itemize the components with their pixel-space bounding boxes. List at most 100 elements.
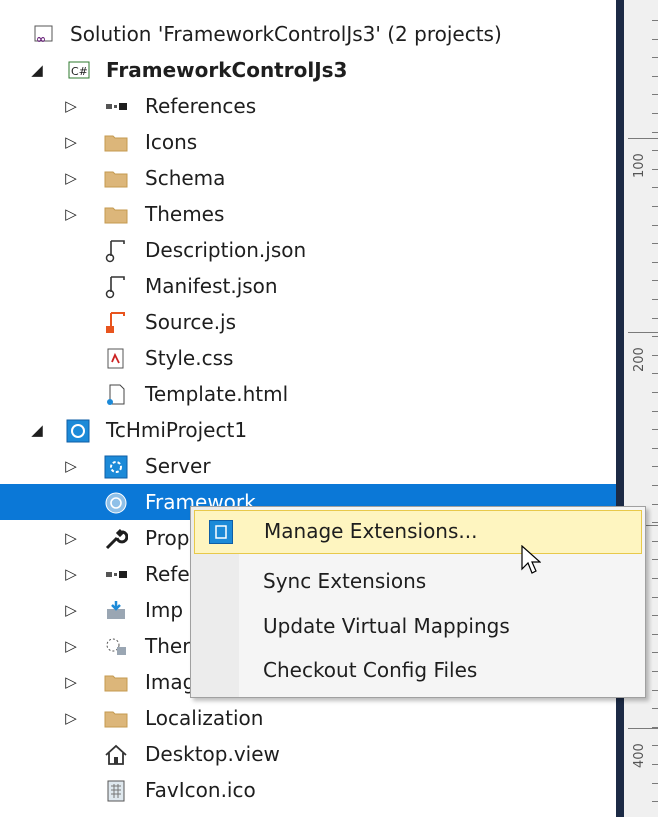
tree-item-desktop-view[interactable]: Desktop.view xyxy=(0,736,616,772)
ruler-tick xyxy=(652,280,658,281)
menu-item-label: Checkout Config Files xyxy=(263,658,478,682)
extensions-icon xyxy=(209,520,233,544)
tree-item-style-css[interactable]: Style.css xyxy=(0,340,616,376)
expand-arrow-icon[interactable]: ▷ xyxy=(62,600,80,620)
menu-item-checkout-config-files[interactable]: Checkout Config Files xyxy=(191,649,645,691)
tree-item-description-json[interactable]: Description.json xyxy=(0,232,616,268)
project-row-tchmiproject1[interactable]: ◢ TcHmiProject1 xyxy=(0,412,616,448)
ruler-tick xyxy=(652,318,658,319)
home-icon xyxy=(104,743,127,765)
ruler-tick xyxy=(652,522,658,523)
ruler-tick xyxy=(652,541,658,542)
tree-item-template-html[interactable]: Template.html xyxy=(0,376,616,412)
folder-icon xyxy=(104,131,128,153)
tree-item-schema[interactable]: ▷ Schema xyxy=(0,160,616,196)
tree-item-label: Imag xyxy=(145,670,196,694)
expand-arrow-icon[interactable]: ▷ xyxy=(62,708,80,728)
ruler-tick xyxy=(652,355,658,356)
ruler-tick xyxy=(652,485,658,486)
ruler-tick xyxy=(652,745,658,746)
ruler-tick xyxy=(652,578,658,579)
expand-arrow-icon[interactable]: ▷ xyxy=(62,168,80,188)
ruler-tick xyxy=(652,801,658,802)
ruler-tick xyxy=(652,634,658,635)
tree-item-localization[interactable]: ▷ Localization xyxy=(0,700,616,736)
tree-item-label: Prop xyxy=(145,526,190,550)
ruler-major-tick xyxy=(628,728,658,729)
expand-arrow-icon[interactable]: ▷ xyxy=(62,564,80,584)
framework-icon xyxy=(104,491,127,514)
html-file-icon xyxy=(104,383,126,405)
tree-item-label: FavIcon.ico xyxy=(145,778,256,802)
wrench-icon xyxy=(104,527,129,550)
tree-item-label: Server xyxy=(145,454,211,478)
ruler-tick xyxy=(652,225,658,226)
ruler-tick xyxy=(652,57,658,58)
ruler-tick xyxy=(652,94,658,95)
expand-arrow-icon[interactable]: ▷ xyxy=(62,528,80,548)
js-file-icon xyxy=(104,311,126,333)
menu-item-update-virtual-mappings[interactable]: Update Virtual Mappings xyxy=(191,605,645,647)
context-menu: Manage Extensions... Sync Extensions Upd… xyxy=(190,506,646,698)
tree-item-source-js[interactable]: Source.js xyxy=(0,304,616,340)
json-file-icon xyxy=(104,239,126,263)
tree-item-references[interactable]: ▷ References xyxy=(0,88,616,124)
expand-arrow-icon[interactable]: ▷ xyxy=(62,456,80,476)
ruler-tick xyxy=(652,373,658,374)
ruler-tick xyxy=(652,169,658,170)
expand-arrow-icon[interactable]: ▷ xyxy=(62,96,80,116)
menu-item-label: Update Virtual Mappings xyxy=(263,614,510,638)
tree-item-label: Template.html xyxy=(145,382,289,406)
collapse-arrow-icon[interactable]: ◢ xyxy=(28,420,46,440)
references-icon xyxy=(104,95,127,117)
ruler-tick xyxy=(652,150,658,151)
tree-item-label: References xyxy=(145,94,257,118)
ruler-tick xyxy=(652,429,658,430)
tree-item-manifest-json[interactable]: Manifest.json xyxy=(0,268,616,304)
ruler-tick xyxy=(652,597,658,598)
folder-icon xyxy=(104,671,128,693)
tree-item-favicon-ico[interactable]: FavIcon.ico xyxy=(0,772,616,808)
tree-item-icons[interactable]: ▷ Icons xyxy=(0,124,616,160)
tree-item-themes[interactable]: ▷ Themes xyxy=(0,196,616,232)
expand-arrow-icon[interactable]: ▷ xyxy=(62,204,80,224)
ruler-tick xyxy=(652,336,658,337)
ruler-label: 400 xyxy=(632,743,647,768)
ruler-tick xyxy=(652,783,658,784)
menu-item-label: Sync Extensions xyxy=(263,569,427,593)
tree-item-label: Description.json xyxy=(145,238,307,262)
css-file-icon xyxy=(104,347,126,369)
tree-item-label: Desktop.view xyxy=(145,742,280,766)
expand-arrow-icon[interactable]: ▷ xyxy=(62,132,80,152)
tree-item-label: Themes xyxy=(145,202,225,226)
ruler-tick xyxy=(652,132,658,133)
expand-arrow-icon[interactable]: ▷ xyxy=(62,636,80,656)
ruler-tick xyxy=(652,113,658,114)
ruler-tick xyxy=(652,466,658,467)
server-icon xyxy=(104,455,128,479)
csharp-project-icon: C# xyxy=(68,59,90,81)
ruler-tick xyxy=(652,690,658,691)
folder-icon xyxy=(104,707,128,729)
project-row-frameworkcontroljs3[interactable]: ◢ C# FrameworkControlJs3 xyxy=(0,52,616,88)
tree-item-label: Schema xyxy=(145,166,226,190)
menu-item-manage-extensions[interactable]: Manage Extensions... xyxy=(194,510,642,574)
menu-item-sync-extensions[interactable]: Sync Extensions xyxy=(191,560,645,602)
collapse-arrow-icon[interactable]: ◢ xyxy=(28,60,46,80)
imports-icon xyxy=(104,599,126,621)
project-label: TcHmiProject1 xyxy=(106,418,248,442)
ruler-major-tick xyxy=(628,332,658,333)
ruler-tick xyxy=(652,708,658,709)
ruler-tick xyxy=(652,39,658,40)
solution-row[interactable]: ∞ Solution 'FrameworkControlJs3' (2 proj… xyxy=(0,16,616,52)
ruler-tick xyxy=(652,262,658,263)
ruler-major-tick xyxy=(628,138,658,139)
tree-item-server[interactable]: ▷ Server xyxy=(0,448,616,484)
ruler-tick xyxy=(652,206,658,207)
ruler-tick xyxy=(652,671,658,672)
svg-text:∞: ∞ xyxy=(36,32,46,45)
project-label: FrameworkControlJs3 xyxy=(106,58,348,82)
expand-arrow-icon[interactable]: ▷ xyxy=(62,672,80,692)
ruler-tick xyxy=(652,299,658,300)
tree-item-label: Icons xyxy=(145,130,198,154)
